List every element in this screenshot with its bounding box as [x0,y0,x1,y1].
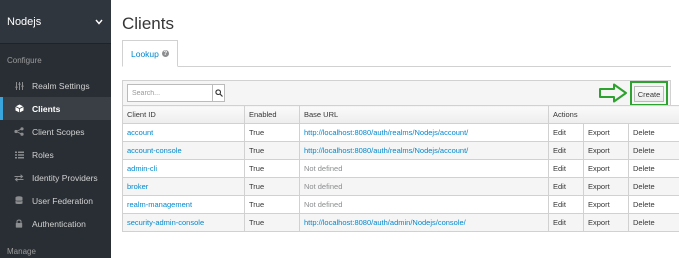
delete-button[interactable]: Delete [628,141,679,160]
sidebar-item-roles[interactable]: Roles [0,143,111,166]
base-url-link[interactable]: http://localhost:8080/auth/admin/Nodejs/… [299,213,549,232]
client-id-link[interactable]: account-console [122,141,245,160]
section-configure: Configure [7,56,42,65]
base-url-link[interactable]: http://localhost:8080/auth/realms/Nodejs… [299,141,549,160]
section-manage: Manage [7,247,36,256]
base-url-cell: Not defined [299,159,549,178]
enabled-cell: True [244,123,300,142]
table-toolbar: Create [122,80,671,106]
main-content: Clients Lookup ? Create [111,0,679,258]
table-row: account True http://localhost:8080/auth/… [122,123,679,142]
sidebar-item-label: Realm Settings [32,80,90,91]
export-button[interactable]: Export [583,159,629,178]
client-id-link[interactable]: security-admin-console [122,213,245,232]
sidebar-item-label: Identity Providers [32,172,98,183]
table-row: broker True Not defined Edit Export Dele… [122,177,679,196]
search-button[interactable] [212,85,224,101]
client-id-link[interactable]: broker [122,177,245,196]
help-icon[interactable]: ? [161,50,169,57]
create-highlight: Create [630,81,668,106]
database-icon [14,196,24,205]
edit-button[interactable]: Edit [548,177,584,196]
table-row: account-console True http://localhost:80… [122,141,679,160]
sidebar-item-clients[interactable]: Clients [0,97,111,120]
create-button[interactable]: Create [634,86,664,102]
enabled-cell: True [244,177,300,196]
search-input[interactable] [128,85,212,101]
lock-icon [14,219,24,228]
edit-button[interactable]: Edit [548,123,584,142]
tab-lookup-label: Lookup [131,48,159,59]
enabled-cell: True [244,213,300,232]
delete-button[interactable]: Delete [628,195,679,214]
edit-button[interactable]: Edit [548,141,584,160]
sidebar-item-label: Client Scopes [32,126,85,137]
exchange-icon [14,173,24,182]
export-button[interactable]: Export [583,213,629,232]
sliders-icon [14,81,24,90]
sidebar-item-user-federation[interactable]: User Federation [0,189,111,212]
table-header-row: Client ID Enabled Base URL Actions [122,105,679,124]
table-row: realm-management True Not defined Edit E… [122,195,679,214]
export-button[interactable]: Export [583,177,629,196]
clients-table: Client ID Enabled Base URL Actions accou… [122,105,679,232]
base-url-cell: Not defined [299,195,549,214]
tab-lookup[interactable]: Lookup ? [122,40,178,67]
column-header-actions: Actions [548,105,679,124]
sidebar-item-client-scopes[interactable]: Client Scopes [0,120,111,143]
base-url-link[interactable]: http://localhost:8080/auth/realms/Nodejs… [299,123,549,142]
client-id-link[interactable]: admin-cli [122,159,245,178]
arrow-annotation-icon [599,83,627,103]
edit-button[interactable]: Edit [548,213,584,232]
client-id-link[interactable]: account [122,123,245,142]
table-row: security-admin-console True http://local… [122,213,679,232]
sidebar-item-realm-settings[interactable]: Realm Settings [0,74,111,97]
realm-selector[interactable]: Nodejs [0,0,111,44]
sidebar-item-label: Clients [32,103,61,114]
column-header-base-url[interactable]: Base URL [299,105,549,124]
delete-button[interactable]: Delete [628,213,679,232]
search-box [127,84,225,102]
enabled-cell: True [244,195,300,214]
share-icon [14,127,24,136]
export-button[interactable]: Export [583,141,629,160]
sidebar-item-authentication[interactable]: Authentication [0,212,111,235]
realm-name: Nodejs [7,15,42,28]
delete-button[interactable]: Delete [628,159,679,178]
cube-icon [14,104,24,113]
table-row: admin-cli True Not defined Edit Export D… [122,159,679,178]
delete-button[interactable]: Delete [628,177,679,196]
page-title: Clients [122,14,174,33]
sidebar-item-identity-providers[interactable]: Identity Providers [0,166,111,189]
chevron-down-icon [95,17,103,27]
sidebar-item-label: Authentication [32,218,86,229]
list-icon [14,151,24,159]
edit-button[interactable]: Edit [548,195,584,214]
base-url-cell: Not defined [299,177,549,196]
edit-button[interactable]: Edit [548,159,584,178]
sidebar-item-label: Roles [32,149,54,160]
sidebar-item-label: User Federation [32,195,93,206]
enabled-cell: True [244,159,300,178]
client-id-link[interactable]: realm-management [122,195,245,214]
column-header-enabled[interactable]: Enabled [244,105,300,124]
sidebar: Nodejs Configure Realm Settings Clients … [0,0,111,258]
column-header-client-id[interactable]: Client ID [122,105,245,124]
search-icon [214,89,223,97]
enabled-cell: True [244,141,300,160]
delete-button[interactable]: Delete [628,123,679,142]
export-button[interactable]: Export [583,195,629,214]
export-button[interactable]: Export [583,123,629,142]
tab-bar: Lookup ? [122,40,671,67]
